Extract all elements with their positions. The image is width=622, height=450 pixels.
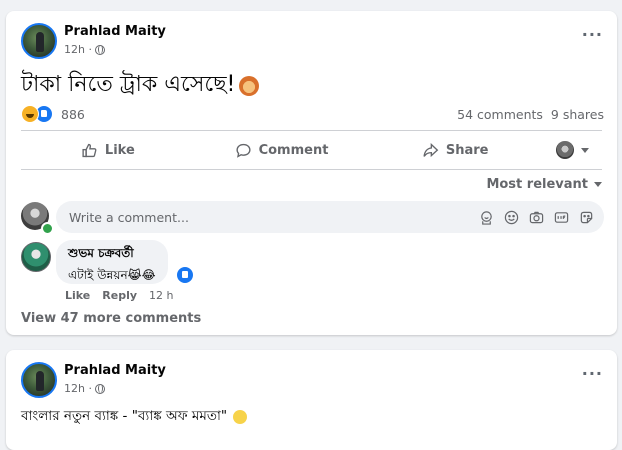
view-more-comments-link[interactable]: View 47 more comments bbox=[21, 311, 201, 326]
comment-label: Comment bbox=[258, 142, 329, 158]
comment-time[interactable]: 12 h bbox=[149, 289, 173, 302]
post-card: Prahlad Maity 12h · ··· টাকা নিতে ট্রাক … bbox=[6, 11, 617, 335]
post-actions: Like Comment Share bbox=[21, 135, 602, 165]
author-name[interactable]: Prahlad Maity bbox=[64, 363, 166, 378]
post-meta: 12h · bbox=[64, 382, 105, 395]
sort-label: Most relevant bbox=[486, 177, 588, 192]
reaction-summary[interactable]: 886 bbox=[21, 105, 85, 123]
like-button[interactable]: Like bbox=[21, 142, 195, 159]
like-label: Like bbox=[104, 142, 135, 158]
author-avatar[interactable] bbox=[21, 23, 57, 59]
like-reaction-icon[interactable] bbox=[175, 265, 195, 285]
smile-emoji-icon bbox=[233, 409, 248, 424]
commenter-avatar[interactable] bbox=[21, 242, 51, 272]
author-avatar[interactable] bbox=[21, 362, 57, 398]
camera-icon[interactable] bbox=[528, 209, 544, 225]
post-text-content: টাকা নিতে ট্রাক এসেছে! bbox=[21, 72, 236, 97]
post-meta: 12h · bbox=[64, 43, 105, 56]
comment-actions: Like Reply 12 h bbox=[65, 289, 173, 302]
engagement-counts: 54 comments 9 shares bbox=[457, 107, 604, 122]
post-text: টাকা নিতে ট্রাক এসেছে! bbox=[21, 67, 260, 104]
comment-tools bbox=[478, 209, 604, 225]
avatar-sticker-icon[interactable] bbox=[478, 209, 494, 225]
comment-reply-button[interactable]: Reply bbox=[102, 289, 137, 302]
post-card: Prahlad Maity 12h · ··· বাংলার নতুন ব্যা… bbox=[6, 350, 617, 450]
shares-count[interactable]: 9 shares bbox=[551, 107, 604, 122]
divider bbox=[21, 130, 602, 131]
comment-input[interactable] bbox=[67, 208, 478, 226]
comment-sort-button[interactable]: Most relevant bbox=[486, 177, 602, 192]
post-time[interactable]: 12h · bbox=[64, 43, 92, 56]
globe-icon bbox=[94, 44, 105, 55]
author-name[interactable]: Prahlad Maity bbox=[64, 24, 166, 39]
comment-input-box[interactable] bbox=[56, 201, 604, 233]
thumbs-up-icon bbox=[82, 143, 97, 157]
post-time[interactable]: 12h · bbox=[64, 382, 92, 395]
share-button[interactable]: Share bbox=[368, 142, 542, 159]
lion-emoji-icon bbox=[239, 75, 260, 96]
comments-count[interactable]: 54 comments bbox=[457, 107, 543, 122]
haha-reaction-icon bbox=[21, 105, 39, 123]
emoji-icon[interactable] bbox=[503, 209, 519, 225]
caret-down-icon bbox=[580, 147, 589, 153]
more-options-icon[interactable]: ··· bbox=[582, 27, 603, 43]
sticker-icon[interactable] bbox=[578, 209, 594, 225]
reaction-count[interactable]: 886 bbox=[61, 107, 85, 122]
post-text-content: বাংলার নতুন ব্যাঙ্ক - "ব্যাঙ্ক অফ মমতা" bbox=[21, 408, 228, 424]
comment-bubble: শুভম চক্রবর্তী এটাই উন্নয়ন😹😂 bbox=[56, 240, 168, 284]
comment-button[interactable]: Comment bbox=[195, 142, 369, 159]
audience-selector[interactable] bbox=[542, 141, 602, 159]
more-options-icon[interactable]: ··· bbox=[582, 366, 603, 382]
share-arrow-icon bbox=[423, 142, 439, 157]
comment-text: এটাই উন্নয়ন😹😂 bbox=[68, 268, 156, 282]
post-text: বাংলার নতুন ব্যাঙ্ক - "ব্যাঙ্ক অফ মমতা" bbox=[21, 405, 248, 428]
comment-like-button[interactable]: Like bbox=[65, 289, 90, 302]
commenter-name[interactable]: শুভম চক্রবর্তী bbox=[68, 245, 156, 265]
globe-icon bbox=[94, 383, 105, 394]
caret-down-icon bbox=[594, 182, 602, 187]
divider bbox=[21, 169, 602, 170]
online-status-dot bbox=[41, 222, 54, 235]
gif-icon[interactable] bbox=[553, 209, 569, 225]
comment-bubble-icon bbox=[236, 143, 251, 158]
share-label: Share bbox=[445, 142, 489, 158]
profile-mini-avatar bbox=[555, 141, 574, 159]
